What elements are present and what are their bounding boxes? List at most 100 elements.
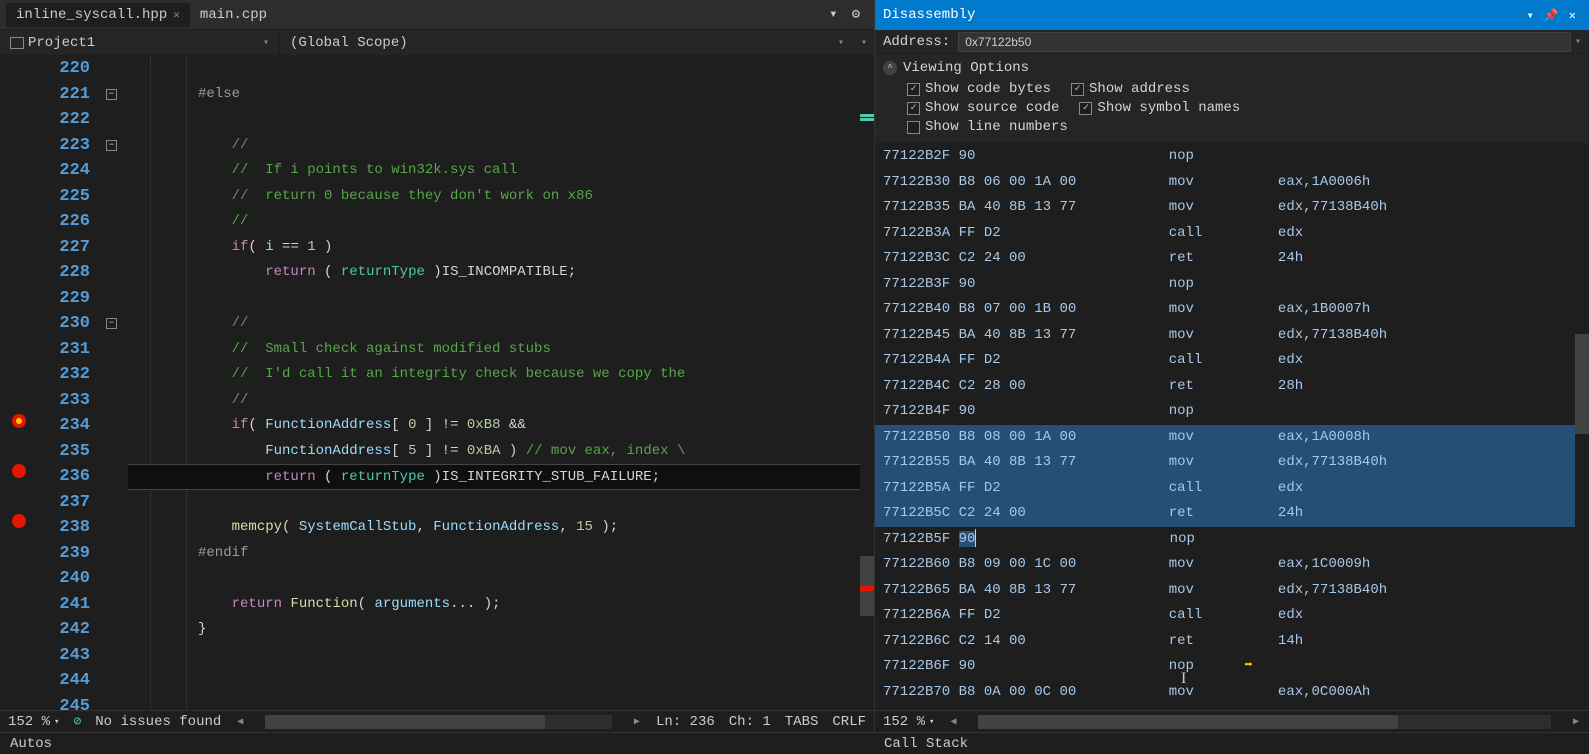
- project-selector[interactable]: Project1 ▾: [0, 30, 280, 55]
- disassembly-scrollbar[interactable]: [1575, 144, 1589, 710]
- code-line[interactable]: #endif: [128, 541, 874, 567]
- option-code-bytes[interactable]: Show code bytes: [907, 81, 1051, 97]
- disassembly-line[interactable]: 77122B3F 90 nop: [875, 272, 1589, 298]
- code-line[interactable]: FunctionAddress[ 5 ] != 0xBA ) // mov ea…: [128, 439, 874, 465]
- close-icon[interactable]: ✕: [173, 8, 180, 22]
- fold-icon[interactable]: −: [106, 89, 117, 100]
- disassembly-line[interactable]: 77122B2F 90 nop: [875, 144, 1589, 170]
- gear-icon[interactable]: ⚙: [844, 6, 868, 23]
- code-line[interactable]: [128, 490, 874, 516]
- disassembly-line[interactable]: 77122B3C C2 24 00 ret 24h: [875, 246, 1589, 272]
- issues-label[interactable]: No issues found: [95, 714, 221, 730]
- option-address[interactable]: Show address: [1071, 81, 1190, 97]
- disassembly-line[interactable]: 77122B6C C2 14 00 ret 14h: [875, 629, 1589, 655]
- code-line[interactable]: }: [128, 617, 874, 643]
- scope-selector[interactable]: (Global Scope) ▾: [280, 30, 854, 55]
- breakpoint-icon[interactable]: [12, 464, 26, 478]
- window-dropdown-icon[interactable]: ▾: [1522, 8, 1539, 23]
- disassembly-line[interactable]: 77122B5A FF D2 call edx: [875, 476, 1589, 502]
- disassembly-line[interactable]: 77122B65 BA 40 8B 13 77 mov edx,77138B40…: [875, 578, 1589, 604]
- disassembly-line[interactable]: 77122B4F 90 nop: [875, 399, 1589, 425]
- breakpoint-icon[interactable]: [12, 414, 26, 428]
- checkbox-icon: [907, 83, 920, 96]
- disassembly-line[interactable]: 77122B4C C2 28 00 ret 28h: [875, 374, 1589, 400]
- code-line[interactable]: #else: [128, 82, 874, 108]
- option-symbol-names[interactable]: Show symbol names: [1079, 100, 1240, 116]
- split-down-icon[interactable]: ▾: [854, 37, 874, 49]
- fold-icon[interactable]: −: [106, 140, 117, 151]
- chevron-down-icon[interactable]: ▾: [1575, 36, 1581, 48]
- code-line[interactable]: [128, 566, 874, 592]
- viewing-options-toggle[interactable]: ^ Viewing Options: [883, 58, 1581, 78]
- breakpoint-gutter[interactable]: [0, 56, 42, 710]
- zoom-level[interactable]: 152 % ▾: [883, 714, 934, 730]
- zoom-level[interactable]: 152 % ▾: [8, 714, 59, 730]
- scroll-thumb[interactable]: [1575, 334, 1589, 434]
- editor-scrollbar[interactable]: [860, 56, 874, 710]
- code-editor[interactable]: 2202212222232242252262272282292302312322…: [0, 56, 874, 710]
- scroll-left-icon[interactable]: ◀: [235, 716, 245, 728]
- code-line[interactable]: //: [128, 311, 874, 337]
- disassembly-line[interactable]: 77122B5C C2 24 00 ret 24h: [875, 501, 1589, 527]
- disassembly-line[interactable]: 77122B40 B8 07 00 1B 00 mov eax,1B0007h: [875, 297, 1589, 323]
- disassembly-line[interactable]: 77122B55 BA 40 8B 13 77 mov edx,77138B40…: [875, 450, 1589, 476]
- close-icon[interactable]: ✕: [1564, 8, 1581, 23]
- tab-inline-syscall[interactable]: inline_syscall.hpp ✕: [6, 3, 190, 27]
- tab-dropdown-icon[interactable]: ▾: [823, 6, 843, 23]
- code-line[interactable]: // I'd call it an integrity check becaus…: [128, 362, 874, 388]
- code-line[interactable]: [128, 107, 874, 133]
- fold-icon[interactable]: −: [106, 318, 117, 329]
- code-line[interactable]: [128, 286, 874, 312]
- disassembly-line[interactable]: 77122B4A FF D2 call edx: [875, 348, 1589, 374]
- line-indicator[interactable]: Ln: 236: [656, 714, 715, 730]
- autos-tab[interactable]: Autos: [0, 733, 874, 754]
- scroll-thumb[interactable]: [265, 715, 545, 729]
- disassembly-content[interactable]: 77122B2F 90 nop 77122B30 B8 06 00 1A 00 …: [875, 144, 1589, 710]
- tabs-indicator[interactable]: TABS: [785, 714, 819, 730]
- code-line[interactable]: // If i points to win32k.sys call: [128, 158, 874, 184]
- code-line[interactable]: //: [128, 133, 874, 159]
- disassembly-line[interactable]: 77122B30 B8 06 00 1A 00 mov eax,1A0006h: [875, 170, 1589, 196]
- disassembly-line[interactable]: 77122B5F 90 nop: [875, 527, 1589, 553]
- code-line[interactable]: // Small check against modified stubs: [128, 337, 874, 363]
- code-content[interactable]: #else // // If i points to win32k.sys ca…: [128, 56, 874, 710]
- code-line[interactable]: if( FunctionAddress[ 0 ] != 0xB8 &&: [128, 413, 874, 439]
- code-line[interactable]: // return 0 because they don't work on x…: [128, 184, 874, 210]
- disassembly-line[interactable]: 77122B35 BA 40 8B 13 77 mov edx,77138B40…: [875, 195, 1589, 221]
- tab-main[interactable]: main.cpp: [190, 3, 277, 27]
- option-source-code[interactable]: Show source code: [907, 100, 1059, 116]
- scroll-right-icon[interactable]: ▶: [632, 716, 642, 728]
- disassembly-line[interactable]: 77122B6F 90 nop ➡: [875, 654, 1589, 680]
- disassembly-line[interactable]: 77122B3A FF D2 call edx: [875, 221, 1589, 247]
- scroll-left-icon[interactable]: ◀: [948, 716, 958, 728]
- code-line[interactable]: return Function( arguments... );: [128, 592, 874, 618]
- option-line-numbers[interactable]: Show line numbers: [907, 119, 1068, 135]
- crlf-indicator[interactable]: CRLF: [832, 714, 866, 730]
- code-line[interactable]: [128, 643, 874, 669]
- scroll-thumb[interactable]: [978, 715, 1398, 729]
- code-line[interactable]: [128, 56, 874, 82]
- disassembly-title-bar[interactable]: Disassembly ▾ 📌 ✕: [875, 0, 1589, 30]
- disassembly-line[interactable]: 77122B60 B8 09 00 1C 00 mov eax,1C0009h: [875, 552, 1589, 578]
- call-stack-tab[interactable]: Call Stack: [874, 733, 978, 754]
- breakpoint-icon[interactable]: [12, 514, 26, 528]
- code-line[interactable]: if( i == 1 ): [128, 235, 874, 261]
- horizontal-scrollbar[interactable]: [978, 715, 1551, 729]
- fold-column[interactable]: − − −: [104, 56, 128, 710]
- code-line[interactable]: return ( returnType )IS_INCOMPATIBLE;: [128, 260, 874, 286]
- code-line[interactable]: return ( returnType )IS_INTEGRITY_STUB_F…: [128, 464, 874, 490]
- col-indicator[interactable]: Ch: 1: [729, 714, 771, 730]
- code-line[interactable]: memcpy( SystemCallStub, FunctionAddress,…: [128, 515, 874, 541]
- scroll-right-icon[interactable]: ▶: [1571, 716, 1581, 728]
- code-line[interactable]: [128, 668, 874, 694]
- code-line[interactable]: //: [128, 388, 874, 414]
- address-input[interactable]: [958, 32, 1571, 52]
- horizontal-scrollbar[interactable]: [265, 715, 612, 729]
- code-line[interactable]: //: [128, 209, 874, 235]
- disassembly-line[interactable]: 77122B70 B8 0A 00 0C 00 mov eax,0C000Ah: [875, 680, 1589, 706]
- disassembly-line[interactable]: 77122B6A FF D2 call edx: [875, 603, 1589, 629]
- disassembly-line[interactable]: 77122B45 BA 40 8B 13 77 mov edx,77138B40…: [875, 323, 1589, 349]
- code-line[interactable]: [128, 694, 874, 711]
- pin-icon[interactable]: 📌: [1539, 8, 1564, 23]
- disassembly-line[interactable]: 77122B50 B8 08 00 1A 00 mov eax,1A0008h: [875, 425, 1589, 451]
